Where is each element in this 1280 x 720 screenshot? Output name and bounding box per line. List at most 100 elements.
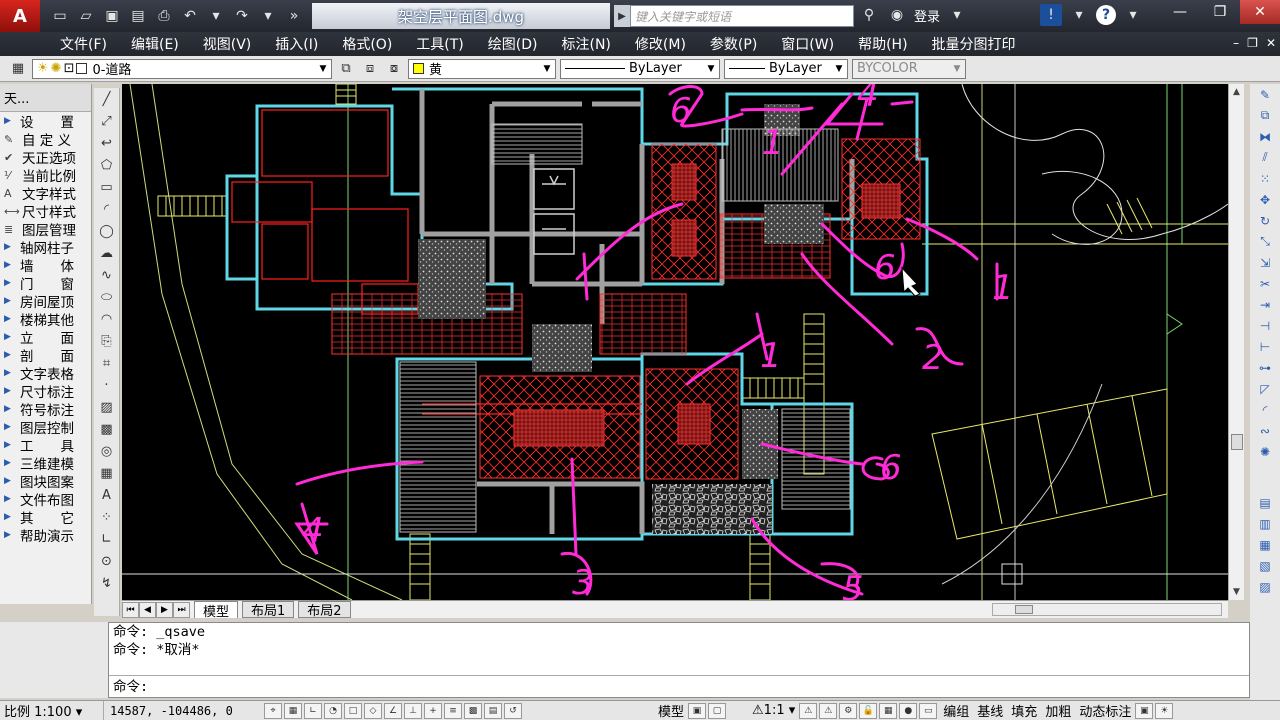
layer-previous-icon[interactable]: ⧈ (360, 59, 380, 79)
dyn-icon[interactable]: + (424, 702, 442, 719)
panel-command[interactable]: ✎ 自 定 义 (0, 130, 91, 150)
ellipse-arc-icon[interactable]: ◠ (96, 308, 118, 330)
zoom-icon[interactable]: ⊙ (96, 550, 118, 572)
redo-icon[interactable]: ↷ (230, 4, 254, 28)
layer-icon-1[interactable]: ▤ (1254, 492, 1276, 513)
annotation-scale-value[interactable]: ⚠1:1 ▾ (748, 703, 799, 718)
blend-icon[interactable]: ∾ (1254, 420, 1276, 441)
panel-section[interactable]: ▶ 帮助演示 (0, 526, 91, 545)
new-file-icon[interactable]: ▭ (48, 4, 72, 28)
menu-batch-print[interactable]: 批量分图打印 (920, 34, 1028, 54)
tab-model[interactable]: 模型 (194, 601, 239, 620)
panel-section[interactable]: ▶ 符号标注 (0, 400, 91, 419)
panel-section[interactable]: ▶ 设 置 (0, 112, 91, 131)
login-dropdown-icon[interactable]: ▾ (946, 4, 968, 26)
panel-section[interactable]: ▶ 轴网柱子 (0, 238, 91, 257)
exchange-apps-icon[interactable]: ! (1040, 4, 1063, 26)
isolate-icon[interactable]: ● (899, 702, 918, 719)
auto-scale-icon[interactable]: ⚠ (819, 702, 838, 719)
menu-modify[interactable]: 修改(M) (623, 34, 698, 54)
qp-icon[interactable]: ▤ (484, 702, 502, 719)
panel-section[interactable]: ▶ 其 它 (0, 508, 91, 527)
binoculars-icon[interactable]: ⚲ (858, 4, 880, 26)
join-icon[interactable]: ⊶ (1254, 357, 1276, 378)
menu-view[interactable]: 视图(V) (191, 34, 264, 54)
scale-icon[interactable]: ⤡ (1254, 231, 1276, 252)
tray-icon[interactable]: ▣ (1135, 702, 1154, 719)
insert-block-icon[interactable]: ⎘ (96, 330, 118, 352)
erase-icon[interactable]: ✎ (1254, 84, 1276, 105)
doc-close-icon[interactable]: ✕ (1266, 36, 1276, 50)
panel-command[interactable]: ⅟ 当前比例 (0, 166, 91, 186)
menu-help[interactable]: 帮助(H) (846, 34, 919, 54)
linetype-combo[interactable]: ByLayer ▼ (560, 58, 720, 79)
panel-section[interactable]: ▶ 三维建模 (0, 454, 91, 473)
sc-icon[interactable]: ↺ (504, 702, 522, 719)
first-tab-icon[interactable]: ⏮ (122, 601, 139, 618)
horizontal-scrollbar[interactable] (992, 603, 1222, 616)
osnap-icon[interactable]: □ (344, 702, 362, 719)
command-input[interactable]: 命令: (109, 675, 1249, 697)
polygon-icon[interactable]: ⬠ (96, 154, 118, 176)
chamfer-icon[interactable]: ◸ (1254, 378, 1276, 399)
redo-dropdown-icon[interactable]: ▾ (256, 4, 280, 28)
layer-icon-5[interactable]: ▨ (1254, 576, 1276, 597)
panel-section[interactable]: ▶ 房间屋顶 (0, 292, 91, 311)
lwt-icon[interactable]: ≡ (444, 702, 462, 719)
help-icon[interactable]: ? (1096, 5, 1117, 25)
extend-icon[interactable]: ⇥ (1254, 294, 1276, 315)
layer-icon-2[interactable]: ▥ (1254, 513, 1276, 534)
menu-insert[interactable]: 插入(I) (263, 34, 330, 54)
hscroll-thumb[interactable] (1015, 605, 1033, 614)
workspace-gear-icon[interactable]: ⚙ (839, 702, 858, 719)
fillet-icon[interactable]: ◜ (1254, 399, 1276, 420)
stretch-icon[interactable]: ⇲ (1254, 252, 1276, 273)
lineweight-combo[interactable]: ByLayer ▼ (724, 58, 848, 79)
table-icon[interactable]: ▦ (96, 462, 118, 484)
save-icon[interactable]: ▣ (100, 4, 124, 28)
ellipse-icon[interactable]: ⬭ (96, 286, 118, 308)
print-icon[interactable]: ⎙ (152, 4, 176, 28)
scroll-thumb[interactable] (1231, 434, 1243, 450)
mirror-icon[interactable]: ⧓ (1254, 126, 1276, 147)
layout-icon[interactable]: ▣ (688, 702, 707, 719)
panel-header[interactable]: 天... (0, 84, 91, 112)
hardware-icon[interactable]: ▦ (879, 702, 898, 719)
polar-icon[interactable]: ◔ (324, 702, 342, 719)
add-selected-icon[interactable]: ⁘ (96, 506, 118, 528)
drawing-canvas[interactable]: 6 4 1 6 1 2 1 6 4 3 5 (122, 84, 1228, 600)
menu-file[interactable]: 文件(F) (48, 34, 119, 54)
scroll-up-icon[interactable]: ▲ (1229, 84, 1244, 100)
ortho-icon[interactable]: ∟ (304, 702, 322, 719)
coordinate-readout[interactable]: 14587, -104486, 0 (104, 704, 264, 718)
panel-section[interactable]: ▶ 尺寸标注 (0, 382, 91, 401)
rectangle-icon[interactable]: ▭ (96, 176, 118, 198)
construction-line-icon[interactable]: ⤢ (96, 110, 118, 132)
help-dropdown-icon[interactable]: ▾ (1122, 4, 1144, 26)
panel-section[interactable]: ▶ 文字表格 (0, 364, 91, 383)
menu-dimension[interactable]: 标注(N) (550, 34, 623, 54)
tpy-icon[interactable]: ▩ (464, 702, 482, 719)
viewport-icon[interactable]: ▢ (708, 702, 727, 719)
panel-section[interactable]: ▶ 图块图案 (0, 472, 91, 491)
chevron-down-icon[interactable]: ▼ (831, 60, 847, 78)
prev-tab-icon[interactable]: ◀ (139, 601, 156, 618)
doc-restore-icon[interactable]: ❐ (1247, 36, 1258, 50)
menu-format[interactable]: 格式(O) (330, 34, 404, 54)
copy-icon[interactable]: ⧉ (1254, 105, 1276, 126)
panel-command[interactable]: ✔ 天正选项 (0, 148, 91, 168)
pan-icon[interactable]: ↯ (96, 572, 118, 594)
toggle-fill[interactable]: 填充 (1007, 701, 1041, 720)
color-combo[interactable]: 黄 ▼ (408, 58, 556, 79)
chevron-down-icon[interactable]: ▼ (539, 60, 555, 78)
rotate-icon[interactable]: ↻ (1254, 210, 1276, 231)
undo-icon[interactable]: ↶ (178, 4, 202, 28)
search-expand-icon[interactable]: ▶ (614, 5, 630, 27)
circle-icon[interactable]: ◯ (96, 220, 118, 242)
panel-section[interactable]: ▶ 图层控制 (0, 418, 91, 437)
arc-icon[interactable]: ◜ (96, 198, 118, 220)
next-tab-icon[interactable]: ▶ (156, 601, 173, 618)
login-link[interactable]: 登录 (914, 6, 940, 25)
layer-icon-3[interactable]: ▦ (1254, 534, 1276, 555)
ducs-icon[interactable]: ⊥ (404, 702, 422, 719)
